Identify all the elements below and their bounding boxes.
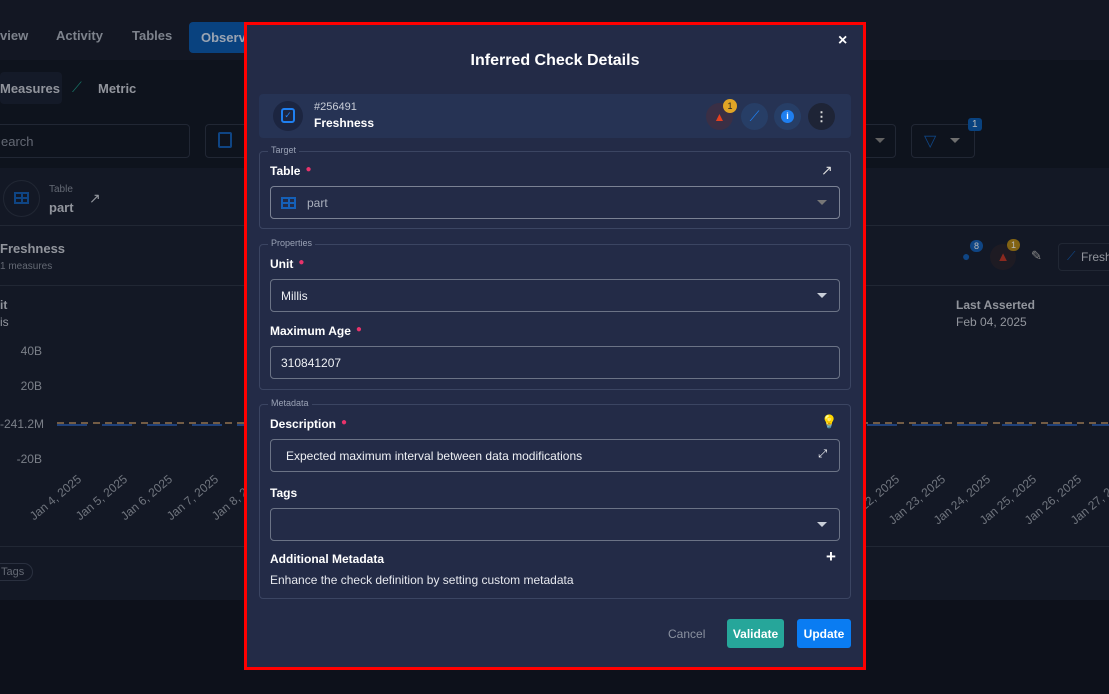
chart-line-icon[interactable]: ⟋: [741, 103, 768, 130]
properties-legend: Properties: [268, 238, 316, 248]
unit-select-value: Millis: [281, 288, 308, 303]
unit-select[interactable]: Millis: [270, 279, 840, 312]
max-age-field-label: Maximum Age ●: [270, 324, 362, 338]
add-metadata-icon[interactable]: +: [826, 547, 836, 567]
table-icon: [281, 196, 296, 209]
check-header-card: ✓ #256491 Freshness ▲ 1 ⟋ i ⋮: [259, 94, 851, 138]
table-select-value: part: [307, 195, 328, 210]
cancel-button[interactable]: Cancel: [668, 627, 705, 641]
description-value: Expected maximum interval between data m…: [286, 448, 583, 463]
additional-metadata-label: Additional Metadata: [270, 552, 385, 566]
info-icon[interactable]: i: [774, 103, 801, 130]
close-icon[interactable]: ×: [838, 32, 847, 50]
properties-section: Properties Unit ● Millis Maximum Age ● 310…: [259, 238, 851, 390]
check-type: Freshness: [314, 116, 375, 130]
lightbulb-icon[interactable]: 💡: [821, 414, 837, 430]
more-options-icon[interactable]: ⋮: [808, 103, 835, 130]
target-section: Target Table ● ↗ part: [259, 145, 851, 229]
tags-field-label: Tags: [270, 486, 298, 500]
target-legend: Target: [268, 145, 300, 155]
table-select[interactable]: part: [270, 186, 840, 219]
check-icon: ✓: [273, 101, 303, 131]
modal-title: Inferred Check Details: [470, 52, 640, 69]
metadata-section: Metadata Description ● 💡 Expected maximum…: [259, 398, 851, 599]
expand-icon[interactable]: ⤢: [818, 448, 827, 461]
metadata-legend: Metadata: [268, 398, 312, 408]
max-age-value: 310841207: [281, 355, 342, 370]
unit-field-label: Unit ●: [270, 257, 305, 271]
validate-button[interactable]: Validate: [727, 619, 784, 648]
table-field-label: Table ●: [270, 164, 312, 178]
check-id: #256491: [314, 101, 357, 113]
max-age-input[interactable]: 310841207: [270, 346, 840, 379]
inferred-check-modal: Inferred Check Details × ✓ #256491 Fresh…: [247, 25, 863, 667]
description-field-label: Description ●: [270, 417, 348, 431]
anomaly-count-badge: 1: [723, 99, 737, 113]
update-button[interactable]: Update: [797, 619, 851, 648]
open-table-icon[interactable]: ↗: [821, 162, 833, 179]
additional-metadata-hint: Enhance the check definition by setting …: [270, 573, 574, 587]
description-input[interactable]: Expected maximum interval between data m…: [270, 439, 840, 472]
tags-select[interactable]: [270, 508, 840, 541]
